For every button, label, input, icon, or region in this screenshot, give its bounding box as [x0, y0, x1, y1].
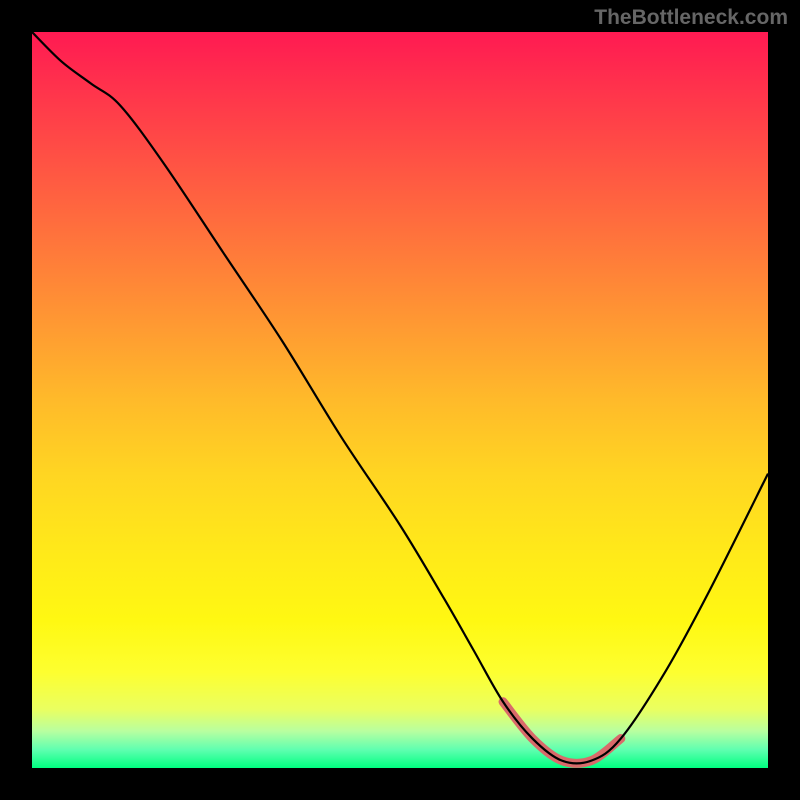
chart-plot-area — [32, 32, 768, 768]
watermark-text: TheBottleneck.com — [594, 6, 788, 30]
chart-svg — [32, 32, 768, 768]
curve-line — [32, 32, 768, 763]
